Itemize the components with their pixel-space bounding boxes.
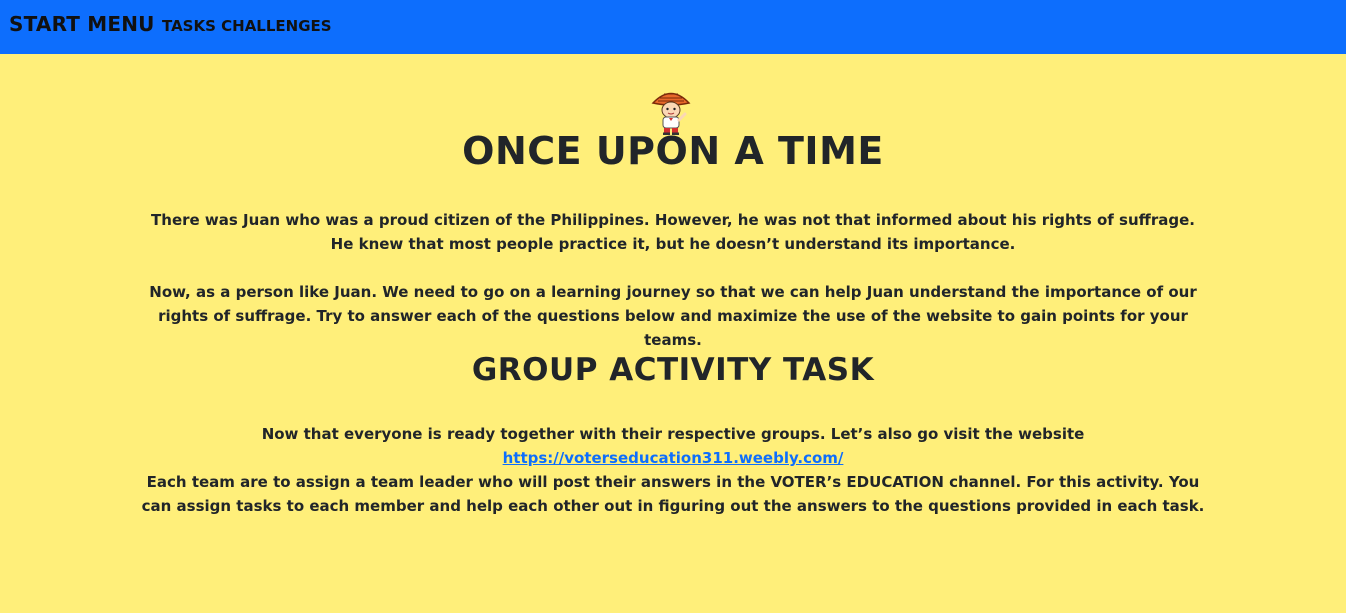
- start-menu-link[interactable]: START MENU: [9, 12, 155, 36]
- story-paragraph-1: There was Juan who was a proud citizen o…: [151, 211, 1195, 253]
- tasks-challenges-link[interactable]: TASKS CHALLENGES: [162, 17, 332, 35]
- task-instructions-text: Each team are to assign a team leader wh…: [141, 473, 1205, 515]
- story-title: ONCE UPON A TIME: [462, 129, 884, 173]
- task-intro-text: Now that everyone is ready together with…: [261, 425, 1085, 443]
- task-paragraph: Now that everyone is ready together with…: [140, 422, 1206, 518]
- task-title: GROUP ACTIVITY TASK: [471, 352, 875, 388]
- website-link[interactable]: https://voterseducation311.weebly.com/: [503, 449, 844, 467]
- story-paragraph-2: Now, as a person like Juan. We need to g…: [149, 283, 1197, 349]
- top-navbar: START MENU TASKS CHALLENGES: [0, 0, 1346, 54]
